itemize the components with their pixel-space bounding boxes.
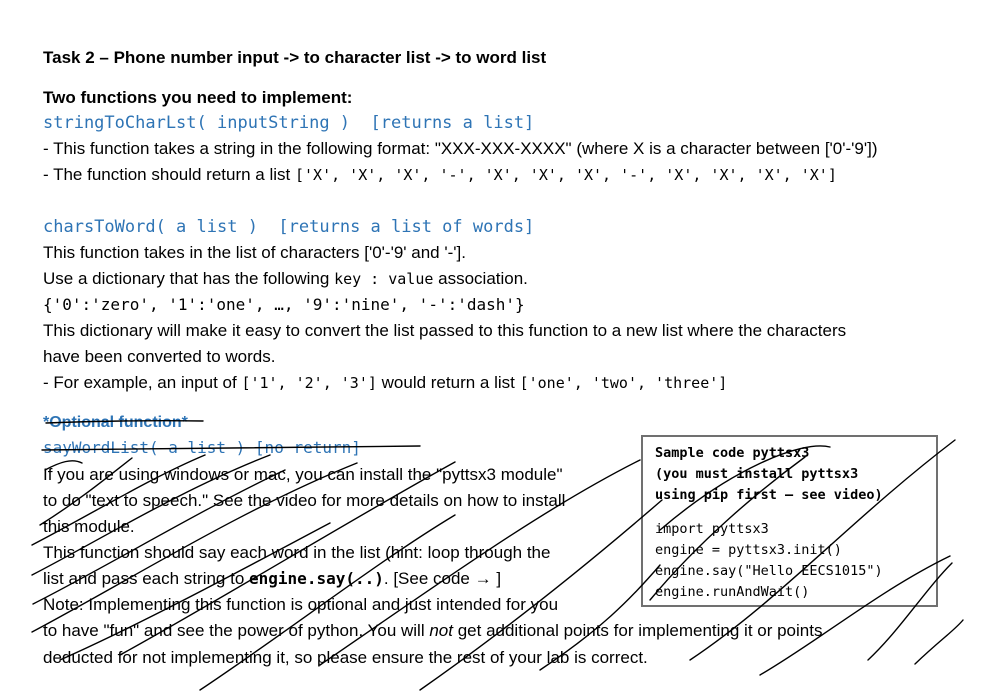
optional-p2: to do "text to speech." See the video fo… [43,491,566,510]
sample-code-header-1: Sample code pyttsx3 [655,445,810,461]
func2-line2: Use a dictionary that has the following … [43,268,528,290]
func2-line1: This function takes in the list of chara… [43,243,466,262]
dict-code: {'0':'zero', '1':'one', …, '9':'nine', '… [43,295,525,314]
func2-line2-tail: association. [433,269,528,288]
func2-signature: charsToWord( a list ) [43,217,258,237]
optional-p5-tail: . [See code → ] [383,569,502,588]
func2-line3: This dictionary will make it easy to con… [43,321,847,340]
optional-p4: This function should say each word in th… [43,543,551,562]
sample-code-box: Sample code pyttsx3 (you must install py… [641,435,938,607]
sample-code-line-1: import pyttsx3 [655,521,769,537]
key-value-code: key : value [334,270,434,288]
intro-heading: Two functions you need to implement: [43,88,353,107]
example-input-code: ['1', '2', '3'] [241,374,377,392]
optional-p6: Note: Implementing this function is opti… [43,595,559,614]
optional-p7-tail: get additional points for implementing i… [452,621,823,640]
func1-desc2: - The function should return a list ['X'… [43,164,837,186]
func1-returns: [returns a list] [370,113,535,133]
sample-code-header-3: using pip first – see video) [655,487,883,503]
sample-code-line-3: engine.say("Hello EECS1015") [655,563,883,579]
func2-signature-line: charsToWord( a list ) [returns a list of… [43,216,534,238]
engine-say-code: engine.say(..) [249,569,384,588]
optional-signature: sayWordList( a list ) [no return] [43,438,361,457]
func1-desc1: - This function takes a string in the fo… [43,139,878,158]
example-text-a: - For example, an input of [43,373,242,392]
optional-p1: If you are using windows or mac, you can… [43,465,563,484]
func1-signature-line: stringToCharLst( inputString ) [returns … [43,112,534,134]
func2-example: - For example, an input of ['1', '2', '3… [43,372,727,394]
hatch-stroke [914,619,964,665]
example-output-code: ['one', 'two', 'three'] [519,374,728,392]
func1-signature: stringToCharLst( inputString ) [43,113,351,133]
optional-p8: deducted for not implementing it, so ple… [43,648,648,667]
sample-code-line-2: engine = pyttsx3.init() [655,542,842,558]
example-text-b: would return a list [376,373,520,392]
optional-p5: list and pass each string to engine.say(… [43,568,501,590]
optional-p3: this module. [43,517,135,536]
func2-line2-text: Use a dictionary that has the following [43,269,335,288]
func2-returns: [returns a list of words] [278,217,535,237]
func1-list-code: ['X', 'X', 'X', '-', 'X', 'X', 'X', '-',… [295,166,837,184]
sample-code-line-4: engine.runAndWait() [655,584,810,600]
optional-p7-text: to have "fun" and see the power of pytho… [43,621,430,640]
optional-heading: *Optional function* [43,414,188,431]
func1-desc2-text: - The function should return a list [43,165,295,184]
func2-line4: have been converted to words. [43,347,276,366]
optional-p7: to have "fun" and see the power of pytho… [43,620,822,642]
optional-p7-emphasis: not [429,621,453,640]
task-title: Task 2 – Phone number input -> to charac… [43,48,547,67]
sample-code-header-2: (you must install pyttsx3 [655,466,859,482]
optional-p5-text: list and pass each string to [43,569,250,588]
